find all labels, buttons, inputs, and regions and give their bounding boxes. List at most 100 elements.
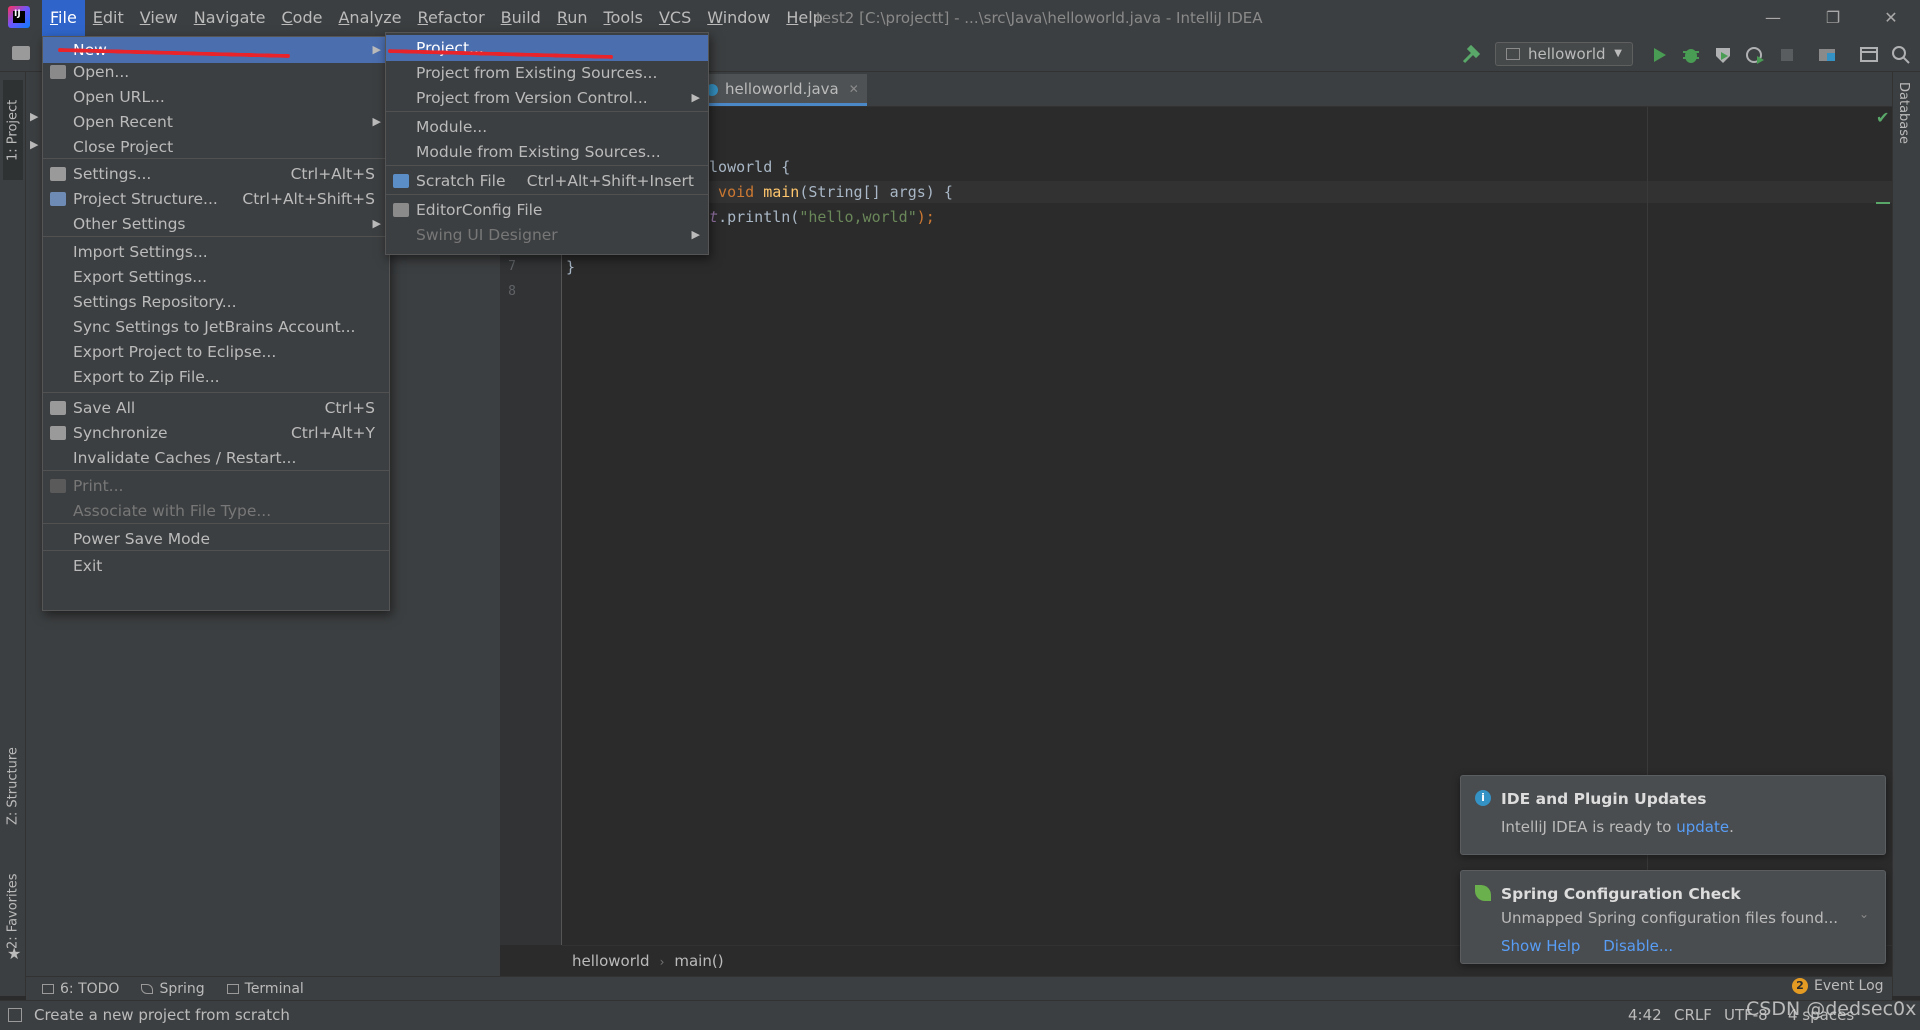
editor-tab-helloworld[interactable]: helloworld.java ✕	[700, 74, 867, 106]
stop-icon[interactable]	[1776, 44, 1798, 66]
menu-vcs[interactable]: VCS	[651, 0, 699, 36]
file-menu-item[interactable]: Export Project to Eclipse...	[43, 339, 389, 365]
file-menu-item[interactable]: Save All Ctrl+S	[43, 395, 389, 421]
inspection-ok-icon[interactable]: ✔	[1876, 108, 1889, 127]
caret-position[interactable]: 4:42	[1628, 1000, 1662, 1030]
breadcrumb-class[interactable]: helloworld	[572, 952, 650, 970]
menu-item-shortcut: Ctrl+S	[324, 399, 375, 417]
menu-separator	[43, 523, 389, 524]
file-menu-item: Print...	[43, 473, 389, 499]
menu-item-label: Open...	[73, 63, 130, 81]
code-line-4: c void main(String[] args) {	[700, 183, 953, 201]
new-menu-item[interactable]: Project from Version Control... ▶	[386, 85, 708, 111]
menu-item-label: Settings...	[73, 165, 152, 183]
menu-analyze[interactable]: Analyze	[330, 0, 409, 36]
menu-edit[interactable]: Edit	[85, 0, 132, 36]
line-separator[interactable]: CRLF	[1674, 1000, 1712, 1030]
menu-bar: File Edit View Navigate Code Analyze Ref…	[42, 0, 831, 36]
watermark: CSDN @dedsec0x	[1746, 998, 1917, 1020]
menu-item-label: Print...	[73, 477, 124, 495]
close-icon[interactable]: ✕	[849, 74, 859, 104]
todo-tool-button[interactable]: 6: TODO	[42, 981, 119, 997]
submenu-arrow-icon: ▶	[372, 217, 381, 230]
file-menu-item[interactable]: Power Save Mode	[43, 526, 389, 552]
file-menu-item[interactable]: Open URL...	[43, 84, 389, 110]
project-folder-icon[interactable]	[12, 46, 30, 60]
run-icon[interactable]	[1648, 44, 1670, 66]
close-window-button[interactable]: ✕	[1866, 0, 1916, 36]
file-menu-item[interactable]: Close Project	[43, 134, 389, 160]
menu-window[interactable]: Window	[699, 0, 778, 36]
file-menu-item[interactable]: Sync Settings to JetBrains Account...	[43, 314, 389, 340]
tool-windows-icon[interactable]	[8, 1008, 22, 1022]
menu-refactor[interactable]: Refactor	[410, 0, 493, 36]
menu-item-shortcut: Ctrl+Alt+S	[290, 165, 375, 183]
menu-separator	[43, 392, 389, 393]
file-menu-item[interactable]: Exit	[43, 553, 389, 579]
event-log-button[interactable]: 2 Event Log	[1792, 978, 1884, 994]
coverage-icon[interactable]	[1712, 44, 1734, 66]
new-menu-item[interactable]: Module from Existing Sources...	[386, 139, 708, 165]
intellij-logo-icon[interactable]: IJ	[8, 6, 30, 28]
update-link[interactable]: update	[1676, 818, 1729, 836]
code-line-5: ut.println("hello,world");	[700, 208, 935, 226]
bottom-tool-bar: 6: TODO Spring Terminal	[26, 976, 1892, 1000]
menu-item-label: Module...	[416, 118, 488, 136]
new-menu-item[interactable]: Module...	[386, 114, 708, 140]
disable-link[interactable]: Disable...	[1603, 937, 1673, 955]
project-structure-icon	[50, 192, 66, 206]
file-menu-item[interactable]: Import Settings...	[43, 239, 389, 265]
file-menu-item[interactable]: Settings Repository...	[43, 289, 389, 315]
menu-item-label: Import Settings...	[73, 243, 208, 261]
restore-button[interactable]: ❐	[1808, 0, 1858, 36]
terminal-tool-button[interactable]: Terminal	[226, 981, 304, 997]
notification-updates[interactable]: i IDE and Plugin Updates IntelliJ IDEA i…	[1460, 775, 1886, 855]
menu-view[interactable]: View	[132, 0, 186, 36]
chevron-down-icon[interactable]: ⌄	[1859, 907, 1869, 921]
menu-run[interactable]: Run	[549, 0, 596, 36]
file-menu-item[interactable]: Synchronize Ctrl+Alt+Y	[43, 420, 389, 446]
file-menu-item: Associate with File Type...	[43, 498, 389, 524]
file-menu-item[interactable]: Other Settings ▶	[43, 211, 389, 237]
new-menu-item[interactable]: Project from Existing Sources...	[386, 60, 708, 86]
menu-tools[interactable]: Tools	[596, 0, 651, 36]
build-hammer-icon[interactable]	[1460, 44, 1482, 66]
tab-structure[interactable]: Z: Structure	[3, 740, 23, 832]
tab-favorites[interactable]: 2: Favorites	[3, 866, 23, 956]
new-menu-item: Swing UI Designer ▶	[386, 222, 708, 248]
search-icon[interactable]	[1890, 44, 1912, 66]
file-menu-item[interactable]: Open...	[43, 59, 389, 85]
notification-spring[interactable]: Spring Configuration Check Unmapped Spri…	[1460, 870, 1886, 964]
tree-expand-icon[interactable]: ▶	[30, 110, 38, 123]
menu-build[interactable]: Build	[493, 0, 549, 36]
show-help-link[interactable]: Show Help	[1501, 937, 1580, 955]
presentation-icon[interactable]	[1858, 44, 1880, 66]
run-config-label: helloworld	[1528, 45, 1606, 63]
menu-navigate[interactable]: Navigate	[186, 0, 274, 36]
project-structure-icon[interactable]	[1816, 44, 1838, 66]
menu-code[interactable]: Code	[274, 0, 331, 36]
tab-project[interactable]: 1: Project	[3, 80, 23, 180]
file-menu-item[interactable]: Settings... Ctrl+Alt+S	[43, 161, 389, 187]
debug-icon[interactable]	[1680, 44, 1702, 66]
minimize-button[interactable]: —	[1748, 0, 1798, 36]
new-menu-item[interactable]: EditorConfig File	[386, 197, 708, 223]
submenu-arrow-icon: ▶	[691, 228, 700, 241]
spring-tool-button[interactable]: Spring	[141, 981, 205, 997]
new-menu-item[interactable]: Scratch File Ctrl+Alt+Shift+Insert	[386, 168, 708, 194]
file-menu-item[interactable]: Export to Zip File...	[43, 364, 389, 390]
tree-expand-icon[interactable]: ▶	[30, 138, 38, 151]
tab-database[interactable]: Database	[1896, 82, 1911, 172]
menu-item-label: Export Settings...	[73, 268, 208, 286]
breadcrumb-method[interactable]: main()	[674, 952, 723, 970]
code-line-7: }	[566, 258, 576, 276]
file-menu-item[interactable]: Export Settings...	[43, 264, 389, 290]
file-menu-item[interactable]: Project Structure... Ctrl+Alt+Shift+S	[43, 186, 389, 212]
file-menu-item[interactable]: Invalidate Caches / Restart...	[43, 445, 389, 471]
run-configuration-select[interactable]: helloworld ▼	[1495, 42, 1633, 66]
submenu-arrow-icon: ▶	[691, 91, 700, 104]
menu-file[interactable]: File	[42, 0, 85, 36]
file-menu-item[interactable]: Open Recent ▶	[43, 109, 389, 135]
menu-item-label: Exit	[73, 557, 103, 575]
profile-icon[interactable]	[1744, 44, 1766, 66]
